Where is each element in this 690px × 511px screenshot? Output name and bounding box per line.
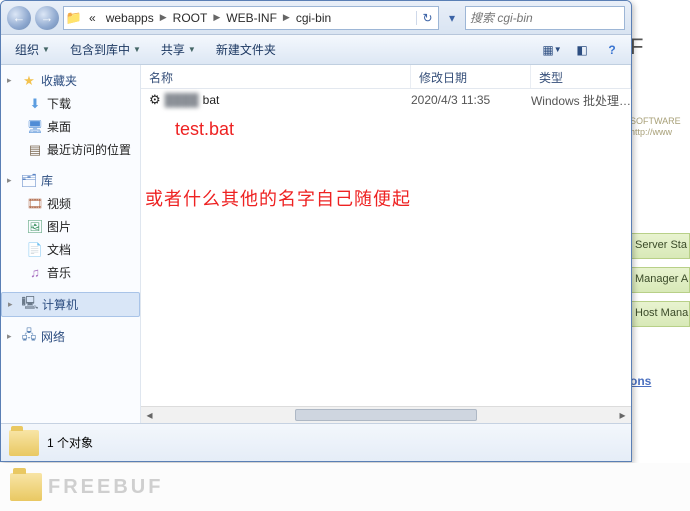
under-subtext: SOFTWARE http://www [630,116,690,138]
sidebar-item-documents[interactable]: 📄文档 [23,238,140,261]
chevron-down-icon: ▼ [42,45,50,54]
sidebar-item-recent[interactable]: ▤最近访问的位置 [23,138,140,161]
watermark-text: FREEBUF [48,476,163,499]
horizontal-scrollbar[interactable]: ◂ ▸ [141,406,631,423]
column-type[interactable]: 类型 [531,65,631,88]
star-icon: ★ [21,73,37,89]
sidebar-item-pictures[interactable]: 🖼图片 [23,215,140,238]
sidebar-item-desktop[interactable]: 🖥桌面 [23,115,140,138]
explorer-window: ← → 📁 « webapps ▶ ROOT ▶ WEB-INF ▶ cgi-b… [0,0,632,462]
picture-icon: 🖼 [27,219,43,235]
scroll-track[interactable] [158,407,614,423]
under-button-manager-app[interactable]: Manager A [630,267,690,293]
breadcrumb-webapps[interactable]: webapps [101,11,159,25]
sidebar-item-videos[interactable]: 🎞视频 [23,192,140,215]
navigation-pane: ▸★收藏夹 ⬇下载 🖥桌面 ▤最近访问的位置 ▸🗂库 🎞视频 🖼图片 📄文档 ♫… [1,65,141,423]
file-name: bat [203,93,220,107]
history-dropdown[interactable]: ▾ [443,11,461,25]
expand-icon: ▸ [7,331,17,342]
document-icon: 📄 [27,242,43,258]
help-button[interactable]: ? [599,39,625,61]
chevron-right-icon: ▶ [212,12,221,23]
annotation-comment: 或者什么其他的名字自己随便起 [145,185,411,211]
chevron-down-icon: ▼ [188,45,196,54]
computer-icon: 🖳 [22,297,38,313]
column-date[interactable]: 修改日期 [411,65,531,88]
annotation-filename: test.bat [175,119,234,140]
favorites-group[interactable]: ▸★收藏夹 [1,69,140,92]
nav-back-button[interactable]: ← [7,6,31,30]
view-options-button[interactable]: ▦ ▼ [539,39,565,61]
under-link[interactable]: ons [630,374,690,388]
desktop-icon: 🖥 [27,119,43,135]
expand-icon: ▸ [7,75,17,86]
video-icon: 🎞 [27,196,43,212]
column-name[interactable]: 名称 [141,65,411,88]
expand-icon: ▸ [8,299,18,310]
file-row[interactable]: ⚙████bat 2020/4/3 11:35 Windows 批处理… [141,89,631,111]
expand-icon: ▸ [7,175,17,186]
breadcrumb-cgibin[interactable]: cgi-bin [291,11,336,25]
breadcrumb-webinf[interactable]: WEB-INF [221,11,282,25]
batch-file-icon: ⚙ [149,92,161,108]
file-type: Windows 批处理… [531,92,631,109]
status-bar: 1 个对象 [1,423,631,461]
under-button-server-status[interactable]: Server Sta [630,233,690,259]
refresh-button[interactable]: ↻ [416,11,438,25]
file-date: 2020/4/3 11:35 [411,93,531,107]
breadcrumb-pre[interactable]: « [84,11,101,25]
network-icon: 🖧 [21,329,37,345]
under-button-host-manager[interactable]: Host Mana [630,301,690,327]
watermark-bar: FREEBUF [0,463,690,511]
sidebar-item-computer[interactable]: ▸🖳计算机 [1,292,140,317]
nav-forward-button[interactable]: → [35,6,59,30]
recent-icon: ▤ [27,142,43,158]
organize-button[interactable]: 组织▼ [7,38,58,61]
folder-icon [10,473,42,501]
new-folder-button[interactable]: 新建文件夹 [208,38,284,61]
search-box[interactable]: 🔍 [465,6,625,30]
sidebar-item-downloads[interactable]: ⬇下载 [23,92,140,115]
breadcrumb-root[interactable]: ROOT [168,11,213,25]
chevron-right-icon: ▶ [159,12,168,23]
scroll-left-button[interactable]: ◂ [141,407,158,423]
library-icon: 🗂 [21,173,37,189]
sidebar-item-network[interactable]: ▸🖧网络 [1,325,140,348]
music-icon: ♫ [27,265,43,281]
search-input[interactable] [466,11,631,25]
chevron-right-icon: ▶ [282,12,291,23]
scroll-right-button[interactable]: ▸ [614,407,631,423]
sidebar-item-music[interactable]: ♫音乐 [23,261,140,284]
download-icon: ⬇ [27,96,43,112]
folder-icon [9,430,39,456]
breadcrumb[interactable]: 📁 « webapps ▶ ROOT ▶ WEB-INF ▶ cgi-bin ↻ [63,6,439,30]
command-bar: 组织▼ 包含到库中▼ 共享▼ 新建文件夹 ▦ ▼ ◧ ? [1,35,631,65]
libraries-group[interactable]: ▸🗂库 [1,169,140,192]
address-bar: ← → 📁 « webapps ▶ ROOT ▶ WEB-INF ▶ cgi-b… [1,1,631,35]
status-text: 1 个对象 [47,434,93,451]
chevron-down-icon: ▼ [133,45,141,54]
column-headers: 名称 修改日期 类型 [141,65,631,89]
scroll-thumb[interactable] [295,409,477,421]
under-heading: F [630,34,690,74]
preview-pane-button[interactable]: ◧ [569,39,595,61]
include-in-library-button[interactable]: 包含到库中▼ [62,38,149,61]
search-icon[interactable]: 🔍 [631,11,632,25]
folder-icon: 📁 [64,10,84,26]
file-list-area: 名称 修改日期 类型 ⚙████bat 2020/4/3 11:35 Windo… [141,65,631,423]
share-button[interactable]: 共享▼ [153,38,204,61]
